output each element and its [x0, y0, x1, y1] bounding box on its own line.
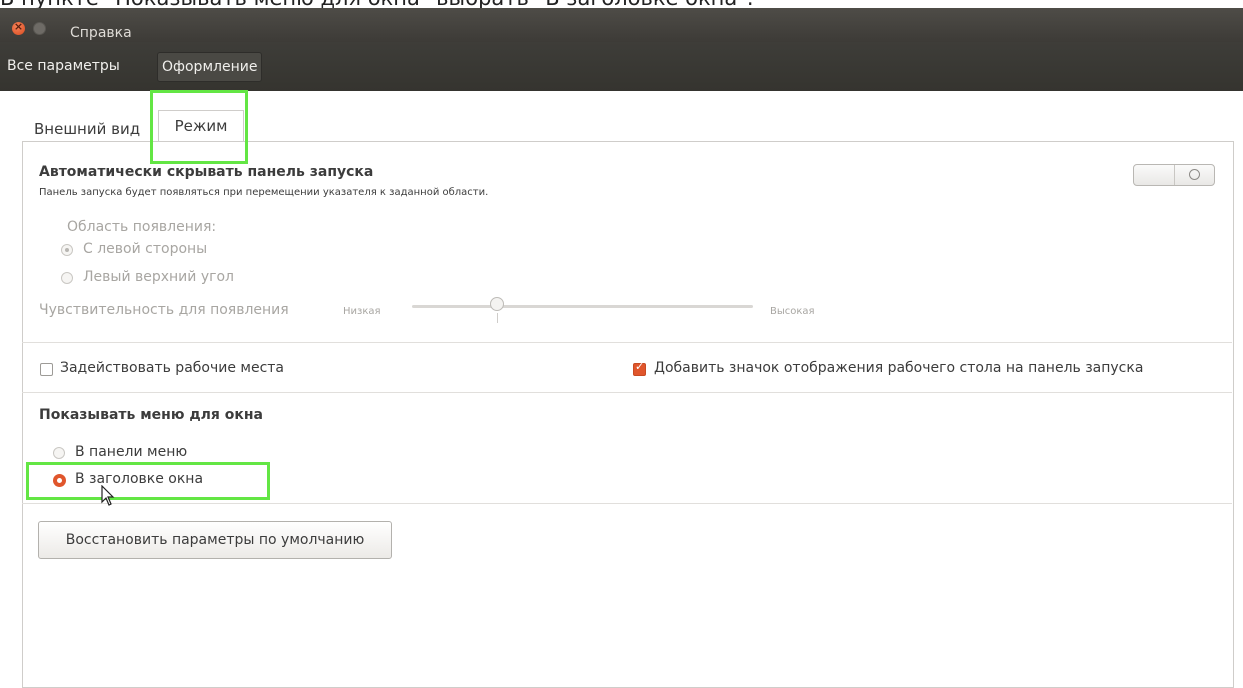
radio-left-side-label: С левой стороны: [83, 241, 208, 257]
radio-top-left-corner-label: Левый верхний угол: [83, 269, 234, 285]
radio-in-menu-bar-label: В панели меню: [75, 444, 188, 460]
divider: [22, 503, 1232, 504]
all-settings-button[interactable]: Все параметры: [3, 52, 124, 80]
mouse-cursor-icon: [101, 485, 115, 506]
close-icon[interactable]: ×: [12, 20, 25, 35]
divider: [22, 342, 1232, 343]
workspaces-checkbox[interactable]: [40, 363, 53, 376]
radio-left-side[interactable]: [61, 244, 73, 256]
toggle-off-icon: [1189, 169, 1200, 180]
window-title: Справка: [70, 25, 132, 41]
sensitivity-label: Чувствительность для появления: [39, 302, 289, 318]
divider: [22, 392, 1232, 393]
autohide-title: Автоматически скрывать панель запуска: [39, 164, 374, 180]
radio-in-menu-bar[interactable]: [53, 447, 65, 459]
workspaces-label: Задействовать рабочие места: [60, 360, 285, 376]
sensitivity-high-label: Высокая: [770, 306, 815, 317]
toolbar: Все параметры Оформление: [0, 42, 1243, 91]
minimize-icon[interactable]: [33, 22, 46, 35]
sensitivity-low-label: Низкая: [343, 306, 381, 317]
toggle-knob: [1134, 165, 1175, 185]
show-desktop-label: Добавить значок отображения рабочего сто…: [654, 360, 1144, 376]
appearance-breadcrumb[interactable]: Оформление: [157, 52, 263, 82]
show-desktop-checkbox[interactable]: ✓: [633, 360, 646, 376]
autohide-toggle[interactable]: [1133, 164, 1215, 186]
window-menu-title: Показывать меню для окна: [39, 407, 263, 423]
slider-tick: [497, 313, 499, 323]
autohide-description: Панель запуска будет появляться при пере…: [39, 187, 489, 198]
tab-appearance[interactable]: Внешний вид: [34, 120, 140, 138]
window-titlebar: × Справка: [0, 8, 1243, 42]
tab-highlight-frame: [150, 90, 248, 164]
radio-top-left-corner[interactable]: [61, 272, 73, 284]
reveal-area-label: Область появления:: [67, 219, 217, 235]
option-highlight-frame: [26, 462, 270, 500]
sensitivity-slider[interactable]: [412, 305, 753, 308]
reset-defaults-button[interactable]: Восстановить параметры по умолчанию: [38, 521, 392, 559]
